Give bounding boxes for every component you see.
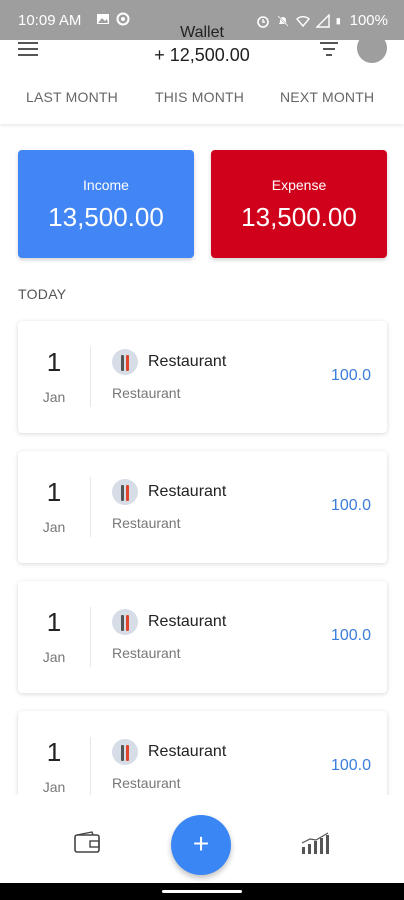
income-value: 13,500.00 [48,202,164,232]
expense-card[interactable]: Expense 13,500.00 [211,150,387,258]
transaction-day: 1 [46,607,62,637]
period-tabs: LAST MONTH THIS MONTH NEXT MONTH [0,72,404,124]
transaction-title: Restaurant [148,483,227,500]
add-icon: + [192,828,210,859]
restaurant-icon [112,349,138,375]
transaction-amount: 100.0 [330,367,371,384]
transaction-day: 1 [46,477,62,507]
chart-icon[interactable] [300,831,332,855]
transaction-title: Restaurant [148,613,227,630]
balance-total: + 12,500.00 [154,45,250,65]
page-title: Wallet [180,24,224,41]
transaction-amount: 100.0 [330,497,371,514]
transaction-category: Restaurant [112,385,181,401]
transaction-card[interactable]: 1 Jan Restaurant Restaurant 100.0 [18,581,387,693]
transaction-category: Restaurant [112,775,181,791]
filter-icon[interactable] [320,42,338,56]
transaction-month: Jan [42,779,66,795]
divider [90,607,91,667]
transaction-list: 1 Jan Restaurant Restaurant 100.0 1 Jan … [0,300,404,795]
wallet-icon[interactable] [74,831,100,853]
income-label: Income [83,177,129,193]
transaction-day: 1 [46,347,62,377]
transaction-day: 1 [46,737,62,767]
restaurant-icon [112,479,138,505]
transaction-month: Jan [42,389,66,405]
transaction-amount: 100.0 [330,627,371,644]
tab-next-month[interactable]: NEXT MONTH [280,89,374,105]
transaction-card[interactable]: 1 Jan Restaurant Restaurant 100.0 [18,321,387,433]
bottom-nav: + [0,795,404,883]
expense-value: 13,500.00 [241,202,357,232]
avatar[interactable] [357,33,387,63]
transaction-month: Jan [42,649,66,665]
transaction-category: Restaurant [112,645,181,661]
add-transaction-button[interactable]: + [171,815,231,875]
transaction-title: Restaurant [148,353,227,370]
divider [90,347,91,407]
transaction-card[interactable]: 1 Jan Restaurant Restaurant 100.0 [18,711,387,795]
tab-this-month[interactable]: THIS MONTH [155,89,244,105]
divider [90,477,91,537]
restaurant-icon [112,609,138,635]
income-card[interactable]: Income 13,500.00 [18,150,194,258]
restaurant-icon [112,739,138,765]
transaction-month: Jan [42,519,66,535]
transaction-title: Restaurant [148,743,227,760]
home-handle[interactable] [162,890,242,893]
app-header: Wallet + 12,500.00 [0,22,404,72]
transaction-category: Restaurant [112,515,181,531]
gesture-bar [0,883,404,900]
transaction-amount: 100.0 [330,757,371,774]
expense-label: Expense [271,177,327,193]
transaction-card[interactable]: 1 Jan Restaurant Restaurant 100.0 [18,451,387,563]
divider [90,737,91,795]
tab-last-month[interactable]: LAST MONTH [26,89,118,105]
